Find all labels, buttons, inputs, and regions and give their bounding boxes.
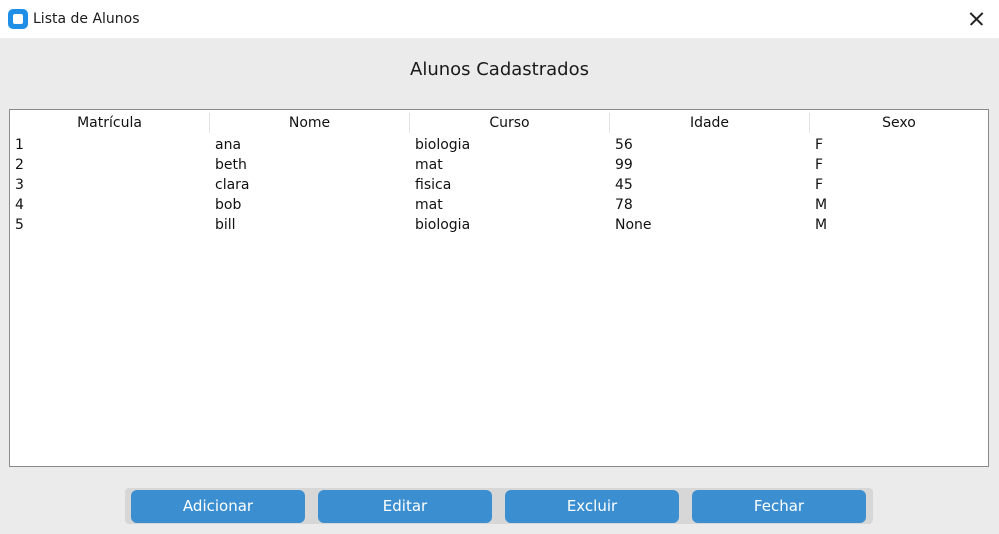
cell-matricula: 2 (15, 157, 24, 173)
close-icon[interactable] (963, 6, 989, 32)
cell-curso: mat (415, 157, 443, 173)
edit-button[interactable]: Editar (318, 490, 492, 523)
cell-matricula: 4 (15, 197, 24, 213)
add-button[interactable]: Adicionar (131, 490, 305, 523)
cell-nome: ana (215, 137, 242, 153)
cell-nome: beth (215, 157, 247, 173)
cell-sexo: F (815, 177, 824, 193)
cell-curso: biologia (415, 137, 471, 153)
button-bar: Adicionar Editar Excluir Fechar (125, 488, 873, 524)
students-table[interactable]: Matrícula Nome Curso Idade Sexo 1 ana bi… (9, 109, 989, 467)
table-header: Matrícula Nome Curso Idade Sexo (10, 113, 988, 133)
table-row[interactable]: 1 ana biologia 56 F (10, 135, 988, 155)
window-title: Lista de Alunos (33, 11, 140, 27)
cell-matricula: 1 (15, 137, 24, 153)
cell-nome: clara (215, 177, 250, 193)
cell-sexo: F (815, 137, 824, 153)
title-bar: Lista de Alunos (0, 0, 999, 38)
page-title: Alunos Cadastrados (410, 59, 589, 80)
column-header-matricula[interactable]: Matrícula (10, 113, 210, 133)
cell-nome: bill (215, 217, 236, 233)
delete-button[interactable]: Excluir (505, 490, 679, 523)
cell-sexo: F (815, 157, 824, 173)
cell-idade: None (615, 217, 652, 233)
app-icon (8, 9, 28, 29)
cell-idade: 99 (615, 157, 633, 173)
cell-idade: 78 (615, 197, 633, 213)
cell-curso: biologia (415, 217, 471, 233)
cell-matricula: 5 (15, 217, 24, 233)
cell-curso: fisica (415, 177, 452, 193)
cell-idade: 45 (615, 177, 633, 193)
cell-sexo: M (815, 197, 828, 213)
column-header-sexo[interactable]: Sexo (810, 113, 988, 133)
column-header-curso[interactable]: Curso (410, 113, 610, 133)
table-row[interactable]: 4 bob mat 78 M (10, 195, 988, 215)
table-row[interactable]: 3 clara fisica 45 F (10, 175, 988, 195)
column-header-nome[interactable]: Nome (210, 113, 410, 133)
cell-curso: mat (415, 197, 443, 213)
table-row[interactable]: 5 bill biologia None M (10, 215, 988, 235)
cell-nome: bob (215, 197, 242, 213)
close-button[interactable]: Fechar (692, 490, 866, 523)
main-window: Lista de Alunos Alunos Cadastrados Matrí… (0, 0, 999, 534)
table-body: 1 ana biologia 56 F 2 beth mat 99 F 3 cl… (10, 135, 988, 235)
cell-matricula: 3 (15, 177, 24, 193)
column-header-idade[interactable]: Idade (610, 113, 810, 133)
table-row[interactable]: 2 beth mat 99 F (10, 155, 988, 175)
cell-idade: 56 (615, 137, 633, 153)
cell-sexo: M (815, 217, 828, 233)
